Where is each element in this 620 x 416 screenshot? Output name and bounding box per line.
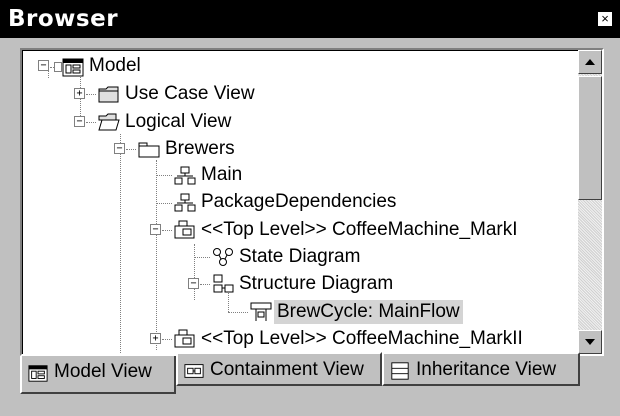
class-diagram-icon — [174, 193, 196, 212]
browser-title-bar: Browser × — [0, 0, 620, 38]
package-marker-icon — [54, 62, 62, 72]
tab-model-view-label: Model View — [54, 361, 152, 382]
scroll-thumb[interactable] — [578, 76, 602, 200]
collapse-toggle[interactable]: − — [38, 60, 49, 71]
tree-connector — [194, 257, 210, 258]
tree-node-package-dependencies[interactable]: PackageDependencies — [198, 190, 399, 214]
tab-containment-view[interactable]: Containment View — [176, 352, 382, 386]
tree-node-coffee-machine-mark-2[interactable]: <<Top Level>> CoffeeMachine_MarkII — [198, 327, 526, 351]
scroll-up-button[interactable] — [578, 50, 602, 74]
tree-connector — [228, 312, 248, 313]
tab-model-view[interactable]: Model View — [20, 356, 176, 394]
containment-view-icon — [184, 364, 204, 378]
class-diagram-icon — [174, 166, 196, 185]
collapse-toggle[interactable]: − — [150, 224, 161, 235]
capsule-role-icon — [250, 302, 272, 321]
arrow-down-icon — [585, 339, 595, 345]
close-icon[interactable]: × — [598, 12, 612, 26]
package-folder-icon — [138, 142, 160, 158]
tab-containment-view-label: Containment View — [210, 359, 364, 380]
tree-connector — [156, 160, 157, 350]
tree-node-use-case-view[interactable]: Use Case View — [122, 82, 258, 106]
tab-inheritance-view-label: Inheritance View — [416, 359, 557, 380]
structure-diagram-icon — [213, 274, 234, 293]
tree-connector — [162, 230, 172, 231]
tree-node-main[interactable]: Main — [198, 163, 245, 187]
tree-connector — [156, 203, 172, 204]
tree-connector — [86, 122, 96, 123]
capsule-icon — [174, 329, 195, 348]
window-title: Browser — [8, 6, 119, 32]
expand-toggle[interactable]: + — [150, 333, 161, 344]
tree-node-model[interactable]: Model — [86, 54, 144, 78]
tree-node-coffee-machine-mark-1[interactable]: <<Top Level>> CoffeeMachine_MarkI — [198, 218, 521, 242]
tree-connector — [194, 244, 195, 300]
model-icon — [62, 58, 84, 77]
tree-node-logical-view[interactable]: Logical View — [122, 110, 234, 134]
expand-toggle[interactable]: + — [74, 88, 85, 99]
tree-connector — [120, 134, 121, 354]
tree-connector — [156, 175, 172, 176]
state-diagram-icon — [213, 248, 233, 266]
tree-node-brewers[interactable]: Brewers — [162, 137, 238, 161]
collapse-toggle[interactable]: − — [114, 143, 125, 154]
inheritance-view-icon — [391, 362, 409, 380]
model-tree-panel: − + − − − − + Model Use Case View Logica… — [20, 48, 604, 356]
model-view-icon — [28, 365, 48, 382]
arrow-up-icon — [585, 59, 595, 65]
tree-node-structure-diagram[interactable]: Structure Diagram — [236, 272, 396, 296]
scroll-down-button[interactable] — [578, 330, 602, 354]
tree-connector — [86, 94, 96, 95]
tree-node-state-diagram[interactable]: State Diagram — [236, 245, 363, 269]
collapse-toggle[interactable]: − — [74, 116, 85, 127]
tab-inheritance-view[interactable]: Inheritance View — [382, 352, 580, 386]
vertical-scrollbar[interactable] — [578, 50, 602, 354]
tree-connector — [162, 339, 172, 340]
folder-closed-icon — [98, 86, 119, 103]
folder-open-icon — [98, 113, 120, 131]
tree-connector — [126, 149, 136, 150]
tree-connector — [200, 284, 210, 285]
collapse-toggle[interactable]: − — [188, 278, 199, 289]
tree-node-brewcycle-mainflow[interactable]: BrewCycle: MainFlow — [274, 300, 463, 324]
capsule-icon — [174, 220, 195, 239]
